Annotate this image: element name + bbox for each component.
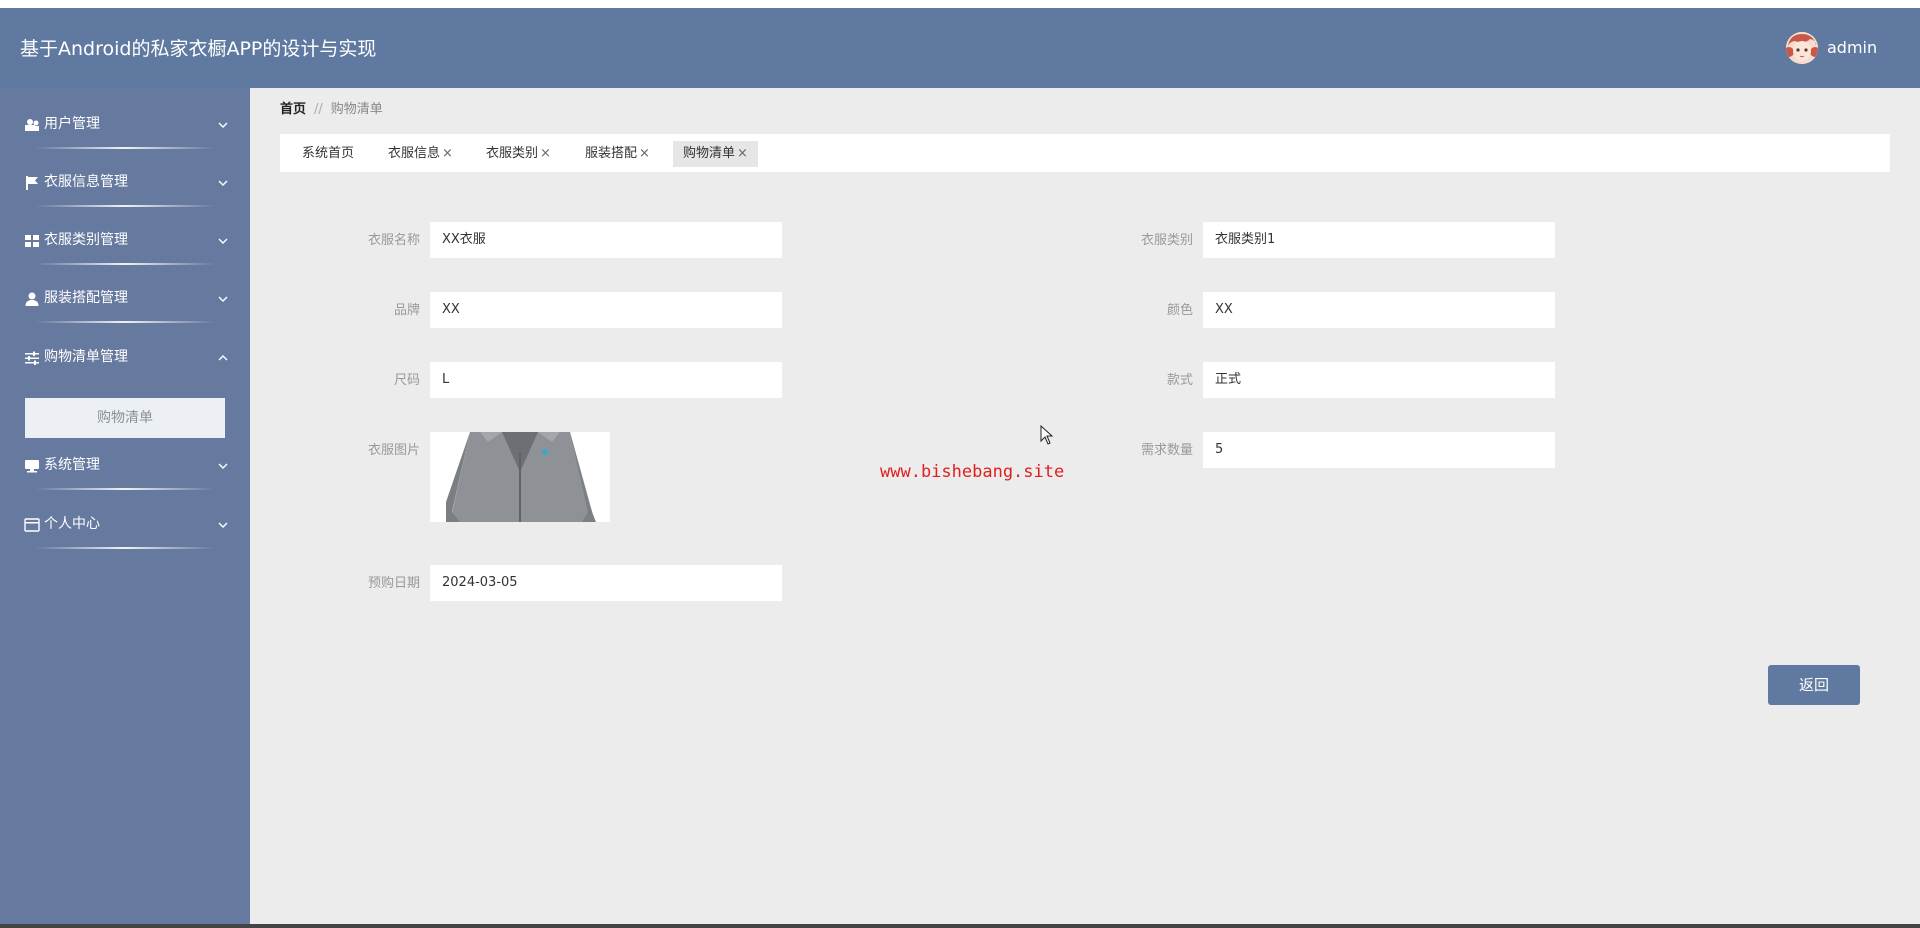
clothing-image[interactable]: [430, 432, 610, 522]
sidebar-item-label: 用户管理: [44, 116, 100, 132]
sidebar-item-label: 衣服信息管理: [44, 174, 128, 190]
sidebar-item-user-management[interactable]: 用户管理: [0, 97, 250, 155]
breadcrumb: 首页 // 购物清单: [280, 102, 383, 118]
close-icon[interactable]: ×: [639, 146, 650, 161]
divider: [35, 263, 215, 265]
category-field[interactable]: 衣服类别1: [1203, 222, 1555, 258]
style-label: 款式: [1166, 373, 1193, 388]
bottom-edge: [0, 924, 1920, 928]
flag-icon: [26, 176, 38, 190]
size-label: 尺码: [393, 373, 420, 388]
tab-label: 购物清单: [683, 146, 736, 161]
tab-label: 衣服类别: [486, 146, 539, 161]
brand-field[interactable]: XX: [430, 292, 782, 328]
breadcrumb-separator: //: [314, 102, 323, 117]
monitor-icon: [25, 460, 39, 473]
tab-clothing-category[interactable]: 衣服类别 ×: [486, 141, 551, 167]
watermark-text: www.bishebang.site: [880, 462, 1065, 482]
sliders-icon: [25, 351, 39, 365]
sidebar-item-clothing-info[interactable]: 衣服信息管理: [0, 155, 250, 213]
divider: [35, 147, 215, 149]
image-label: 衣服图片: [367, 443, 420, 458]
divider: [35, 321, 215, 323]
chevron-down-icon: [218, 463, 228, 469]
card-icon: [24, 518, 40, 532]
name-field[interactable]: XX衣服: [430, 222, 782, 258]
style-field[interactable]: 正式: [1203, 362, 1555, 398]
sidebar-item-personal-center[interactable]: 个人中心: [0, 497, 250, 555]
tab-clothing-info[interactable]: 衣服信息 ×: [388, 141, 453, 167]
header-bar: 基于Android的私家衣橱APP的设计与实现 admin: [0, 8, 1920, 88]
name-label: 衣服名称: [367, 233, 420, 248]
quantity-label: 需求数量: [1140, 443, 1193, 458]
chevron-down-icon: [218, 180, 228, 186]
quantity-field[interactable]: 5: [1203, 432, 1555, 468]
grid-icon: [25, 235, 39, 247]
avatar-face-icon: [1786, 32, 1818, 64]
avatar[interactable]: [1786, 32, 1818, 64]
app-title: 基于Android的私家衣橱APP的设计与实现: [20, 38, 377, 60]
sidebar-item-label: 衣服类别管理: [44, 232, 128, 248]
tab-outfit[interactable]: 服装搭配 ×: [585, 141, 650, 167]
tab-system-home[interactable]: 系统首页: [302, 141, 354, 167]
chevron-down-icon: [218, 296, 228, 302]
chevron-down-icon: [218, 522, 228, 528]
size-field[interactable]: L: [430, 362, 782, 398]
user-group-icon: [25, 119, 39, 131]
date-field[interactable]: 2024-03-05: [430, 565, 782, 601]
tab-label: 系统首页: [302, 146, 355, 161]
close-icon[interactable]: ×: [737, 146, 748, 161]
chevron-down-icon: [218, 122, 228, 128]
sidebar: 用户管理 衣服信息管理 衣服类别管理 服装搭配管理 购物清单管理 购物清单 系统…: [0, 88, 250, 928]
tab-label: 衣服信息: [388, 146, 441, 161]
divider: [35, 547, 215, 549]
chevron-down-icon: [218, 238, 228, 244]
sidebar-item-label: 服装搭配管理: [44, 290, 128, 306]
breadcrumb-current: 购物清单: [330, 102, 383, 117]
tabs-bar: 系统首页 衣服信息 × 衣服类别 × 服装搭配 × 购物清单 ×: [280, 134, 1890, 172]
date-label: 预购日期: [367, 576, 420, 591]
sidebar-item-system-management[interactable]: 系统管理: [0, 438, 250, 496]
color-label: 颜色: [1166, 303, 1193, 318]
sidebar-item-label: 个人中心: [44, 516, 100, 532]
sidebar-item-clothing-category[interactable]: 衣服类别管理: [0, 213, 250, 271]
back-button[interactable]: 返回: [1768, 665, 1860, 705]
breadcrumb-home[interactable]: 首页: [280, 102, 306, 117]
close-icon[interactable]: ×: [540, 146, 551, 161]
chevron-up-icon: [218, 355, 228, 361]
jacket-image-icon: [430, 432, 610, 522]
sidebar-item-outfit-management[interactable]: 服装搭配管理: [0, 271, 250, 329]
sidebar-item-label: 系统管理: [44, 457, 100, 473]
color-field[interactable]: XX: [1203, 292, 1555, 328]
user-name[interactable]: admin: [1827, 38, 1877, 58]
tab-label: 服装搭配: [585, 146, 638, 161]
mouse-cursor-icon: [1040, 425, 1054, 445]
person-icon: [25, 292, 39, 306]
submenu-item-shopping-list[interactable]: 购物清单: [25, 398, 225, 438]
sidebar-item-label: 购物清单管理: [44, 349, 128, 365]
category-label: 衣服类别: [1140, 233, 1193, 248]
close-icon[interactable]: ×: [442, 146, 453, 161]
brand-label: 品牌: [393, 303, 420, 318]
tab-shopping-list[interactable]: 购物清单 ×: [673, 141, 758, 167]
divider: [35, 488, 215, 490]
divider: [35, 205, 215, 207]
sidebar-item-shopping-list-management[interactable]: 购物清单管理: [0, 330, 250, 388]
